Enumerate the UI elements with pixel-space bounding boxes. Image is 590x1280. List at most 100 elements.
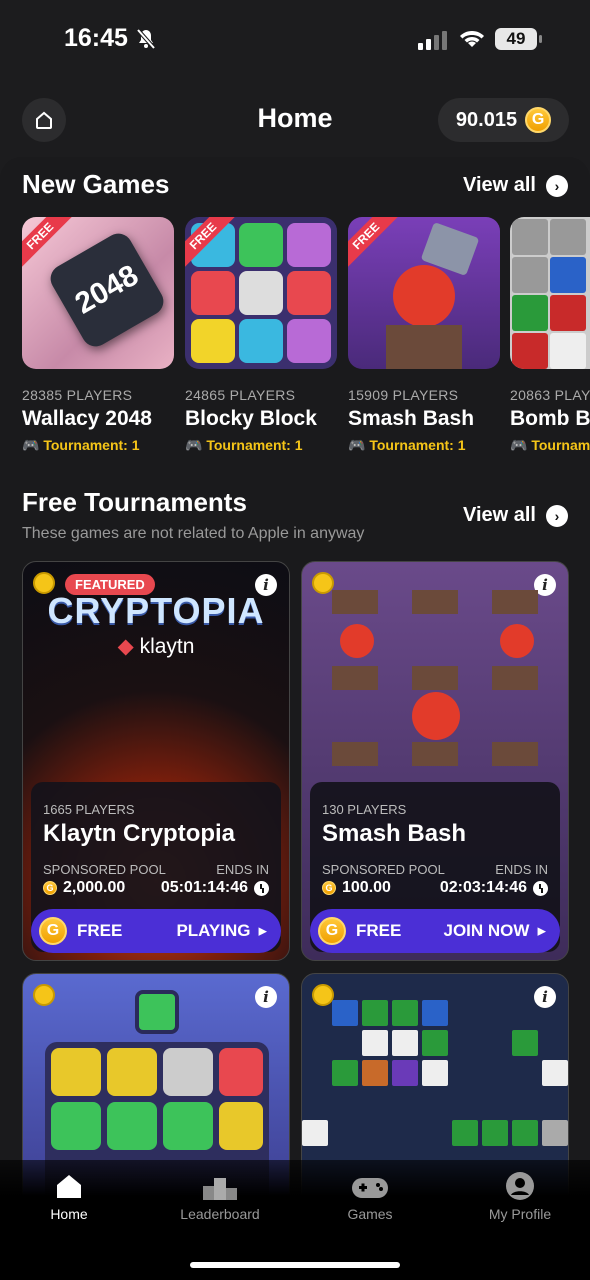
game-name: Blocky Block: [185, 407, 317, 430]
nav-label: Games: [347, 1206, 393, 1222]
home-icon: [57, 1175, 81, 1198]
ends-value: 02:03:14:46: [440, 879, 548, 897]
entry-fee: FREE: [77, 921, 123, 940]
info-icon[interactable]: i: [534, 986, 556, 1008]
klaytn-logo: ◆ klaytn: [23, 634, 289, 659]
pool-label: SPONSORED POOL: [322, 862, 445, 877]
new-games-heading: New Games: [22, 169, 170, 199]
gamepad-icon: [352, 1178, 388, 1198]
coin-icon: G: [525, 107, 552, 133]
tournament-info: 1665 PLAYERS Klaytn Cryptopia SPONSORED …: [31, 782, 281, 953]
coin-badge-icon: [312, 572, 334, 594]
countdown: 05:01:14:46: [160, 879, 248, 896]
tournament-name: Klaytn Cryptopia: [43, 820, 236, 847]
tournament-card-klaytn-cryptopia[interactable]: FEATURED i CRYPTOPIA ◆ klaytn 1665 PLAYE…: [22, 561, 290, 961]
nav-my-profile[interactable]: My Profile: [465, 1168, 575, 1222]
nav-label: Home: [50, 1206, 88, 1222]
pool-amount: 2,000.00: [63, 879, 126, 896]
gamepad-icon: 🎮: [510, 437, 528, 453]
game-card-wallacy-2048[interactable]: 2048 FREE 28385 PLAYERS Wallacy 2048 🎮 T…: [22, 217, 174, 454]
clock-icon: [254, 880, 269, 896]
action-label: JOIN NOW: [443, 921, 530, 940]
nav-label: My Profile: [488, 1206, 552, 1222]
game-name: Wallacy 2048: [22, 407, 152, 430]
nav-leaderboard[interactable]: Leaderboard: [165, 1168, 275, 1222]
coin-icon: G: [318, 917, 346, 945]
play-arrow-icon: ▸: [258, 921, 267, 940]
gamepad-icon: 🎮: [185, 437, 203, 453]
coin-icon: G: [39, 917, 67, 945]
coin-badge-icon: [312, 984, 334, 1006]
game-name: Smash Bash: [348, 407, 475, 430]
players-count: 24865 PLAYERS: [185, 387, 296, 403]
status-bar: 16:45 49: [0, 0, 590, 80]
nav-games[interactable]: Games: [315, 1168, 425, 1222]
tournament-count: 🎮 Tournament: 1: [510, 437, 590, 454]
coin-icon: G: [43, 881, 57, 895]
tournament-count: 🎮 Tournament: 1: [348, 437, 500, 454]
free-ribbon: FREE: [348, 217, 401, 271]
countdown: 02:03:14:46: [439, 879, 527, 896]
pool-value: G 2,000.00: [43, 879, 125, 897]
chevron-right-icon: ›: [546, 174, 568, 197]
game-thumbnail: [510, 217, 590, 369]
game-name: Bomb Bu: [510, 407, 590, 430]
bell-muted-icon: [136, 28, 156, 50]
profile-icon: [506, 1172, 534, 1200]
nav-home[interactable]: Home: [14, 1168, 124, 1222]
play-arrow-icon: ▸: [537, 921, 546, 940]
game-thumbnail: FREE: [348, 217, 500, 369]
game-card-smash-bash[interactable]: FREE 15909 PLAYERS Smash Bash 🎮 Tourname…: [348, 217, 500, 454]
players-count: 15909 PLAYERS: [348, 387, 459, 403]
join-now-button[interactable]: G FREE JOIN NOW ▸: [310, 909, 560, 953]
tournament-count: 🎮 Tournament: 1: [185, 437, 337, 454]
ends-label: ENDS IN: [495, 862, 548, 877]
tournament-label: Tournament: 1: [206, 437, 303, 453]
coin-balance[interactable]: 90.015 G: [438, 98, 569, 142]
tournament-info: 130 PLAYERS Smash Bash SPONSORED POOL EN…: [310, 782, 560, 953]
game-thumbnail: FREE: [185, 217, 337, 369]
new-games-view-all[interactable]: View all ›: [463, 174, 568, 197]
entry-fee: FREE: [356, 921, 402, 940]
clock-icon: [533, 880, 548, 896]
gamepad-icon: 🎮: [22, 437, 40, 453]
pool-label: SPONSORED POOL: [43, 862, 166, 877]
klaytn-mark-icon: ◆: [117, 635, 134, 658]
cellular-signal-icon: [418, 31, 447, 50]
free-tournaments-view-all[interactable]: View all ›: [463, 504, 568, 527]
ends-value: 05:01:14:46: [161, 879, 269, 897]
game-card-blocky-block[interactable]: FREE 24865 PLAYERS Blocky Block 🎮 Tourna…: [185, 217, 337, 454]
players-count: 1665 PLAYERS: [43, 802, 135, 817]
tournament-card-smash-bash[interactable]: i 130 PLAYERS Smash Bash SPONSORED POOL …: [301, 561, 569, 961]
thumb-2048-text: 2048: [69, 258, 144, 321]
pool-value: G 100.00: [322, 879, 391, 897]
coin-badge-icon: [33, 984, 55, 1006]
players-count: 20863 PLAYERS: [510, 387, 590, 403]
tournament-count: 🎮 Tournament: 1: [22, 437, 174, 454]
cryptopia-logo: CRYPTOPIA: [47, 590, 265, 631]
view-all-label: View all: [462, 174, 536, 196]
players-count: 28385 PLAYERS: [22, 387, 133, 403]
ends-label: ENDS IN: [216, 862, 269, 877]
sponsor-name: klaytn: [139, 635, 195, 658]
players-count: 130 PLAYERS: [322, 802, 407, 817]
tournament-label: Tournament: 1: [369, 437, 466, 453]
tournament-label: Tournament: 1: [43, 437, 140, 453]
info-icon[interactable]: i: [255, 986, 277, 1008]
game-card-bomb[interactable]: 20863 PLAYERS Bomb Bu 🎮 Tournament: 1: [510, 217, 590, 454]
tournament-name: Smash Bash: [322, 820, 467, 847]
game-thumbnail: 2048 FREE: [22, 217, 174, 369]
view-all-label: View all: [462, 504, 536, 526]
free-tournaments-subtitle: These games are not related to Apple in …: [22, 525, 365, 542]
coin-icon: G: [322, 881, 336, 895]
home-indicator: [190, 1262, 400, 1268]
tournament-label: Tournament: 1: [531, 437, 590, 453]
gamepad-icon: 🎮: [348, 437, 366, 453]
playing-button[interactable]: G FREE PLAYING ▸: [31, 909, 281, 953]
action-label: PLAYING: [176, 921, 251, 940]
podium-icon: [203, 1178, 237, 1200]
nav-label: Leaderboard: [180, 1206, 260, 1222]
battery-indicator: 49: [495, 28, 542, 50]
chevron-right-icon: ›: [546, 504, 568, 527]
free-tournaments-heading: Free Tournaments: [22, 487, 247, 517]
